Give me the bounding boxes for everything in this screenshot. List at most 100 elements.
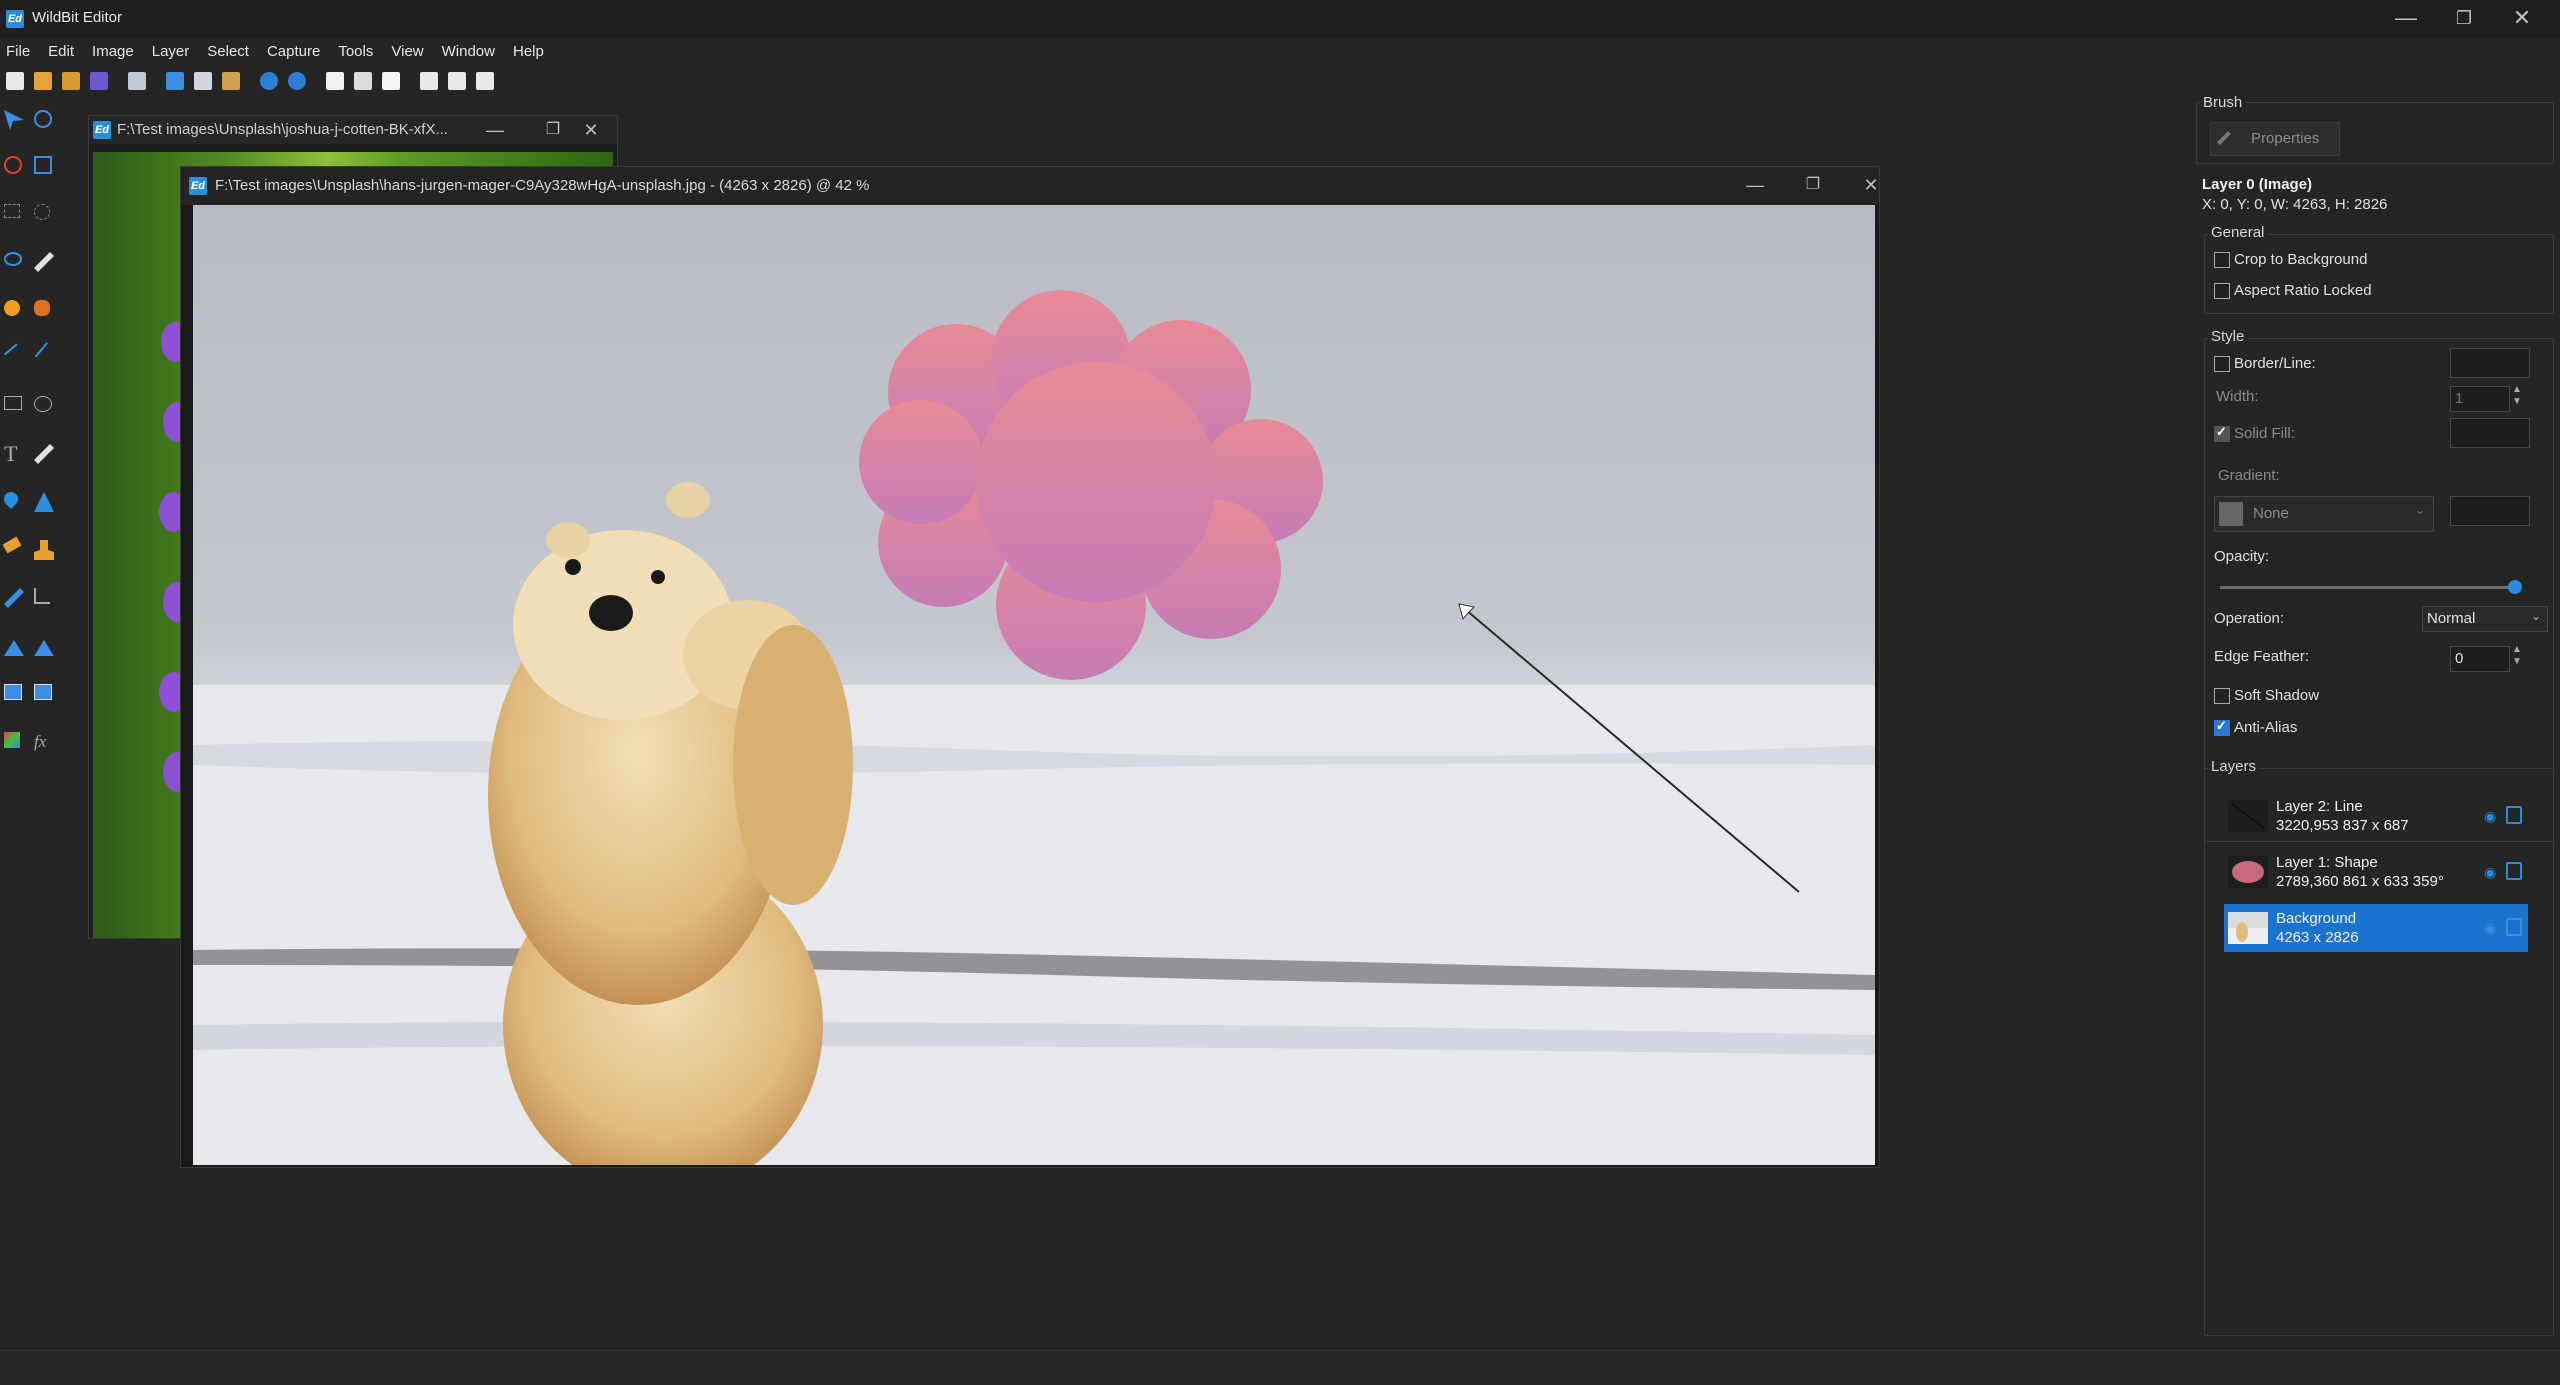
gradient-dropdown[interactable]: None ⌄ bbox=[2214, 496, 2434, 532]
solid-fill-checkbox[interactable] bbox=[2214, 424, 2230, 442]
line-tool-icon[interactable] bbox=[34, 342, 52, 360]
properties-button[interactable]: Properties bbox=[2210, 122, 2340, 156]
brush-group-label: Brush bbox=[2200, 94, 2246, 111]
aspect-ratio-locked-checkbox[interactable] bbox=[2214, 283, 2230, 299]
line-layer-thumbnail bbox=[2228, 800, 2268, 832]
tile-columns-icon[interactable] bbox=[448, 72, 466, 90]
image-effects-icon[interactable] bbox=[34, 684, 52, 700]
perspective-right-icon[interactable] bbox=[34, 640, 54, 656]
magic-wand-icon[interactable] bbox=[34, 252, 54, 272]
main-minimize-button[interactable]: — bbox=[1735, 167, 1775, 203]
view-icon[interactable] bbox=[326, 72, 344, 90]
menu-tools[interactable]: Tools bbox=[329, 38, 382, 66]
close-button[interactable]: ✕ bbox=[2502, 0, 2542, 36]
back-close-button[interactable]: ✕ bbox=[571, 112, 611, 148]
menu-select[interactable]: Select bbox=[198, 38, 258, 66]
document-window-main[interactable]: Ed F:\Test images\Unsplash\hans-jurgen-m… bbox=[180, 166, 1880, 1168]
border-line-checkbox[interactable] bbox=[2214, 356, 2230, 372]
opacity-slider-handle[interactable] bbox=[2508, 580, 2522, 594]
curve-tool-icon[interactable] bbox=[3, 343, 21, 359]
save-icon[interactable] bbox=[90, 72, 108, 90]
move-tool-icon[interactable] bbox=[4, 110, 24, 130]
crop-to-background-checkbox[interactable] bbox=[2214, 252, 2230, 268]
anti-alias-checkbox[interactable] bbox=[2214, 718, 2230, 736]
transform-tool-icon[interactable] bbox=[34, 156, 52, 174]
crop-tool-icon[interactable] bbox=[34, 588, 50, 604]
document-main-title: F:\Test images\Unsplash\hans-jurgen-mage… bbox=[215, 177, 870, 194]
new-icon[interactable] bbox=[6, 72, 24, 90]
shape-tool-icon[interactable] bbox=[4, 300, 20, 316]
menu-edit[interactable]: Edit bbox=[39, 38, 83, 66]
menu-file[interactable]: File bbox=[0, 38, 39, 66]
document-back-titlebar[interactable]: Ed F:\Test images\Unsplash\joshua-j-cott… bbox=[89, 116, 617, 144]
width-spinner[interactable]: ▲ ▼ bbox=[2512, 384, 2522, 408]
open-icon[interactable] bbox=[34, 72, 52, 90]
eye-icon[interactable]: ◉ bbox=[2484, 864, 2496, 881]
menu-layer[interactable]: Layer bbox=[143, 38, 199, 66]
menu-capture[interactable]: Capture bbox=[258, 38, 329, 66]
tile-horizontal-icon[interactable] bbox=[420, 72, 438, 90]
ellipse-select-icon[interactable] bbox=[34, 204, 50, 220]
image-adjust-icon[interactable] bbox=[4, 684, 22, 700]
properties-button-label: Properties bbox=[2251, 130, 2320, 147]
paste-icon[interactable] bbox=[222, 72, 240, 90]
eyedropper-icon[interactable] bbox=[4, 588, 24, 608]
color-palette-icon[interactable] bbox=[4, 732, 20, 748]
layer-row-background[interactable]: Background 4263 x 2826 ◉ bbox=[2224, 904, 2528, 952]
layer-row-line[interactable]: Layer 2: Line 3220,953 837 x 687 ◉ bbox=[2224, 792, 2528, 840]
opacity-slider-track[interactable] bbox=[2220, 586, 2512, 589]
document-main-titlebar[interactable]: Ed F:\Test images\Unsplash\hans-jurgen-m… bbox=[181, 167, 1879, 205]
width-field[interactable]: 1 bbox=[2450, 386, 2510, 412]
border-color-swatch[interactable] bbox=[2450, 348, 2530, 378]
fill-color-swatch[interactable] bbox=[2450, 418, 2530, 448]
unlock-icon[interactable] bbox=[2506, 806, 2522, 824]
soft-shadow-label: Soft Shadow bbox=[2234, 687, 2320, 704]
back-minimize-button[interactable]: — bbox=[475, 112, 515, 148]
rectangle-tool-icon[interactable] bbox=[4, 396, 22, 410]
text-tool-icon[interactable]: T bbox=[4, 443, 24, 465]
main-restore-button[interactable]: ❐ bbox=[1793, 167, 1833, 203]
copy-icon[interactable] bbox=[194, 72, 212, 90]
drop-tool-icon[interactable] bbox=[1, 489, 21, 509]
stamp-tool-icon[interactable] bbox=[34, 540, 54, 560]
open-folder-icon[interactable] bbox=[62, 72, 80, 90]
unlock-icon[interactable] bbox=[2506, 862, 2522, 880]
zoom-tool-icon[interactable] bbox=[34, 110, 52, 128]
menu-image[interactable]: Image bbox=[83, 38, 143, 66]
layer-name: Layer 2: Line bbox=[2276, 798, 2363, 815]
cut-icon[interactable] bbox=[166, 72, 184, 90]
restore-button[interactable]: ❐ bbox=[2444, 0, 2484, 36]
back-restore-button[interactable]: ❐ bbox=[533, 112, 573, 148]
undo-icon[interactable] bbox=[260, 72, 278, 90]
operation-dropdown[interactable]: Normal ⌄ bbox=[2422, 606, 2548, 632]
tile-vertical-icon[interactable] bbox=[476, 72, 494, 90]
gradient-color-swatch[interactable] bbox=[2450, 496, 2530, 526]
eye-icon[interactable]: ◉ bbox=[2484, 808, 2496, 825]
edge-feather-field[interactable]: 0 bbox=[2450, 646, 2510, 672]
lasso-tool-icon[interactable] bbox=[4, 252, 22, 266]
eraser-tool-icon[interactable] bbox=[4, 156, 22, 174]
eye-icon[interactable]: ◉ bbox=[2484, 920, 2496, 937]
edge-feather-spinner[interactable]: ▲ ▼ bbox=[2512, 644, 2522, 668]
main-close-button[interactable]: ✕ bbox=[1851, 167, 1891, 203]
sharpen-tool-icon[interactable] bbox=[34, 492, 54, 512]
print-icon[interactable] bbox=[128, 72, 146, 90]
redo-icon[interactable] bbox=[288, 72, 306, 90]
soft-shadow-checkbox[interactable] bbox=[2214, 688, 2230, 704]
layer-row-shape[interactable]: Layer 1: Shape 2789,360 861 x 633 359° ◉ bbox=[2224, 848, 2528, 896]
lock-icon[interactable] bbox=[2506, 918, 2522, 936]
custom-shape-icon[interactable] bbox=[34, 300, 50, 316]
layer-order-icon[interactable] bbox=[382, 72, 400, 90]
perspective-left-icon[interactable] bbox=[4, 640, 24, 656]
fx-filter-icon[interactable]: fx bbox=[34, 732, 54, 752]
layer-arrange-icon[interactable] bbox=[354, 72, 372, 90]
brush-tool-icon[interactable] bbox=[34, 444, 54, 464]
smudge-tool-icon[interactable] bbox=[2, 536, 22, 554]
minimize-button[interactable]: — bbox=[2386, 0, 2426, 36]
menu-window[interactable]: Window bbox=[433, 38, 504, 66]
ellipse-tool-icon[interactable] bbox=[34, 396, 52, 412]
rect-select-icon[interactable] bbox=[4, 204, 20, 218]
image-canvas[interactable] bbox=[193, 205, 1875, 1165]
menu-view[interactable]: View bbox=[382, 38, 432, 66]
menu-help[interactable]: Help bbox=[504, 38, 553, 66]
